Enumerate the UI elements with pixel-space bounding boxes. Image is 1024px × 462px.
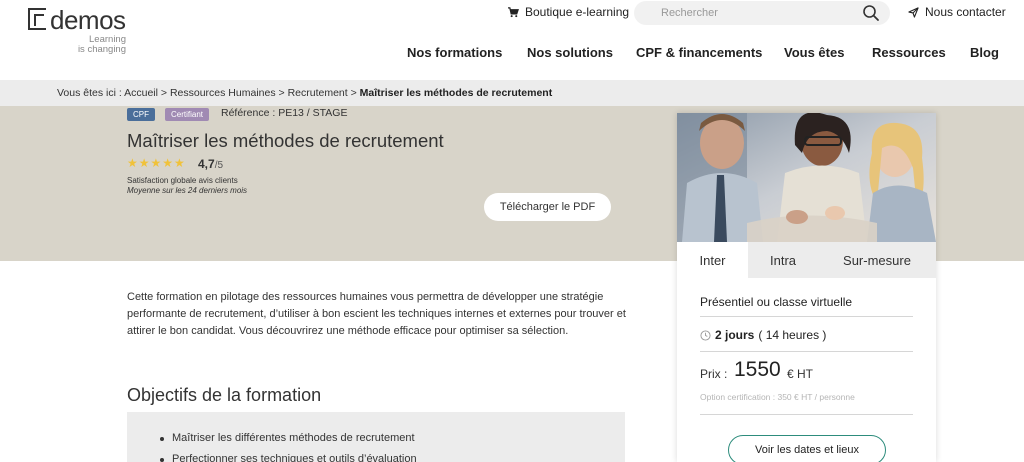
session-tabs: Inter Intra Sur-mesure (677, 242, 936, 278)
divider (700, 414, 913, 415)
price-suffix: € HT (787, 367, 814, 381)
objectives-box: Maîtriser les différentes méthodes de re… (127, 412, 625, 462)
breadcrumb-separator: > (347, 87, 360, 99)
page-title: Maîtriser les méthodes de recrutement (127, 130, 444, 151)
contact-label: Nous contacter (925, 5, 1006, 19)
course-reference: Référence : PE13 / STAGE (221, 107, 348, 119)
breadcrumb-item-accueil[interactable]: Accueil (124, 87, 158, 99)
satisfaction-period: Moyenne sur les 24 derniers mois (127, 186, 248, 195)
cart-icon (508, 6, 519, 17)
course-description: Cette formation en pilotage des ressourc… (127, 291, 626, 337)
site-header: demos Learning is changing Boutique e-le… (0, 0, 1024, 80)
certification-option: Option certification : 350 € HT / person… (700, 392, 855, 402)
price-value: 1550 (734, 358, 781, 381)
course-photo (677, 113, 936, 242)
nav-cpf-financements[interactable]: CPF & financements (636, 45, 762, 60)
nav-vous-etes[interactable]: Vous êtes (784, 45, 844, 60)
objectives-list: Maîtriser les différentes méthodes de re… (160, 432, 417, 462)
tab-inter[interactable]: Inter (677, 242, 748, 278)
clock-icon (700, 329, 711, 341)
tab-sur-mesure[interactable]: Sur-mesure (818, 242, 936, 278)
logo-wordmark: demos (50, 5, 126, 35)
search-icon[interactable] (862, 4, 880, 22)
view-dates-button[interactable]: Voir les dates et lieux (728, 435, 886, 462)
list-item: Perfectionner ses techniques et outils d… (160, 453, 417, 462)
satisfaction-label: Satisfaction globale avis clients (127, 176, 238, 185)
cpf-badge: CPF (127, 108, 155, 121)
breadcrumb-item-recrutement[interactable]: Recrutement (288, 87, 348, 99)
nav-blog[interactable]: Blog (970, 45, 999, 60)
eshop-link[interactable]: Boutique e-learning (508, 5, 629, 19)
price-label: Prix : (700, 367, 728, 381)
breadcrumb: Vous êtes ici : Accueil > Ressources Hum… (0, 80, 1024, 106)
breadcrumb-separator: > (157, 87, 170, 99)
certifiant-badge: Certifiant (165, 108, 210, 121)
logo-mark-icon (28, 8, 46, 30)
nav-nos-solutions[interactable]: Nos solutions (527, 45, 613, 60)
duration-days: 2 jours (715, 328, 755, 342)
divider (700, 351, 913, 352)
search-input[interactable] (634, 1, 854, 25)
list-item: Maîtriser les différentes méthodes de re… (160, 432, 417, 453)
download-pdf-button[interactable]: Télécharger le PDF (484, 193, 611, 221)
contact-link[interactable]: Nous contacter (908, 5, 1006, 19)
search-bar (634, 1, 890, 25)
tab-intra[interactable]: Intra (748, 242, 818, 278)
logo-tagline: Learning is changing (77, 34, 126, 55)
nav-nos-formations[interactable]: Nos formations (407, 45, 502, 60)
duration: 2 jours ( 14 heures ) (700, 328, 826, 342)
nav-ressources[interactable]: Ressources (872, 45, 946, 60)
duration-hours: ( 14 heures ) (758, 328, 827, 342)
breadcrumb-item-rh[interactable]: Ressources Humaines (170, 87, 276, 99)
breadcrumb-current: Maîtriser les méthodes de recrutement (359, 87, 553, 99)
breadcrumb-prefix: Vous êtes ici : (57, 87, 125, 99)
divider (700, 316, 913, 317)
pricing-card: Inter Intra Sur-mesure Présentiel ou cla… (677, 113, 936, 462)
demos-logo[interactable]: demos Learning is changing (28, 5, 138, 55)
training-mode: Présentiel ou classe virtuelle (700, 295, 853, 309)
paper-plane-icon (908, 6, 919, 18)
objectives-heading: Objectifs de la formation (127, 385, 322, 405)
eshop-label: Boutique e-learning (525, 5, 630, 19)
rating-value: 4,7/5 (198, 157, 224, 171)
team-meeting-photo (677, 113, 936, 242)
rating-stars-icon: ★★★★★ (127, 156, 186, 170)
breadcrumb-separator: > (275, 87, 288, 99)
